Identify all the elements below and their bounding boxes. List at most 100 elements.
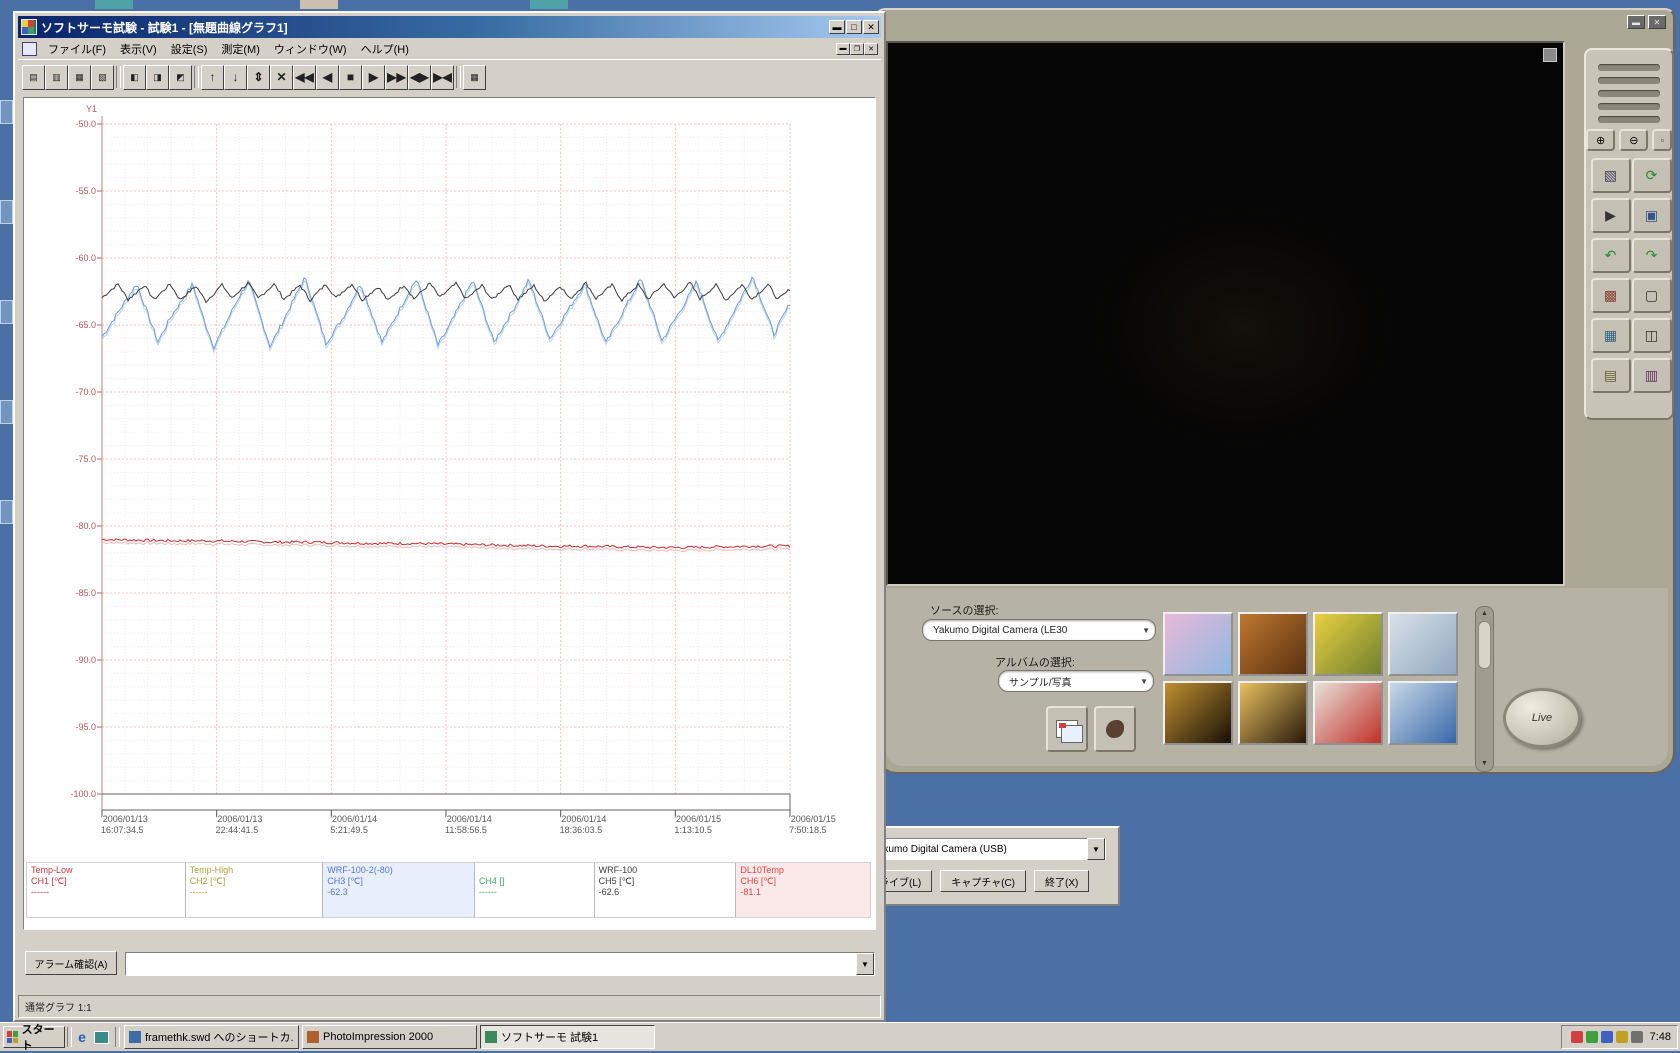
clock[interactable]: 7:48 <box>1650 1031 1671 1043</box>
thumbnail-sparkler[interactable] <box>1238 681 1308 745</box>
capture-button[interactable]: キャプチャ(C) <box>940 870 1027 892</box>
desktop-icon-partial[interactable] <box>0 400 13 424</box>
title-bar[interactable]: ソフトサーモ試験 - 試験1 - [無題曲線グラフ1] ▬ □ ✕ <box>18 16 881 38</box>
quicklaunch-desktop-icon[interactable] <box>94 1030 109 1044</box>
copy-button[interactable]: ▩ <box>1590 278 1631 313</box>
close-icon[interactable]: ✕ <box>863 20 879 34</box>
scroll-up-button[interactable]: ↑ <box>201 64 224 90</box>
tray-volume-icon[interactable] <box>1615 1031 1628 1043</box>
menu-4[interactable]: ウィンドウ(W) <box>267 39 354 59</box>
tray-recorder-icon[interactable] <box>1570 1031 1583 1043</box>
desktop-icon-sliver[interactable] <box>95 0 133 9</box>
frame-button[interactable]: ▣ <box>1631 198 1672 233</box>
rotate-right-button[interactable]: ↷ <box>1631 238 1672 273</box>
alarm-confirm-button[interactable]: アラーム確認(A) <box>25 951 117 975</box>
camera-source-dropdown[interactable]: Yakumo Digital Camera (USB) ▼ <box>868 838 1106 860</box>
bottom-control-deck: ソースの選択: Yakumo Digital Camera (LE30 ▼ アル… <box>886 588 1668 772</box>
compress-time-button[interactable]: ▶◀ <box>431 64 454 90</box>
menu-0[interactable]: ファイル(F) <box>41 39 113 59</box>
zoom-out-icon[interactable]: ⊖ <box>1619 129 1649 151</box>
preview-help-icon[interactable] <box>1543 48 1557 62</box>
stop-button[interactable]: ■ <box>339 64 362 90</box>
task-button-1[interactable]: PhotoImpression 2000 <box>302 1025 477 1049</box>
source-select-dropdown[interactable]: Yakumo Digital Camera (LE30 ▼ <box>922 619 1156 641</box>
minimize-button[interactable]: ▬ <box>829 20 845 34</box>
fast-back-button[interactable]: ◀◀ <box>293 64 316 90</box>
thumbnail-waterfall[interactable] <box>1163 612 1233 676</box>
graph-style-4-button[interactable]: ▧ <box>91 64 114 90</box>
forward-button[interactable]: ▶ <box>362 64 385 90</box>
new-page-button[interactable]: ▢ <box>1631 278 1672 313</box>
start-button[interactable]: スタート <box>3 1024 65 1052</box>
y-tick-label: -75.0 <box>75 454 96 464</box>
scale-2-button[interactable]: ◨ <box>146 64 169 90</box>
scroll-up-icon[interactable]: ▲ <box>1476 607 1493 621</box>
y-axis-title: Y1 <box>86 104 98 114</box>
chevron-down-icon[interactable]: ▼ <box>1087 838 1105 860</box>
desktop-icon-sliver[interactable] <box>530 0 568 9</box>
grid-settings-button[interactable]: ▦ <box>463 64 486 90</box>
graph-style-2-button[interactable]: ▥ <box>45 64 68 90</box>
desktop-icon-partial[interactable] <box>0 200 13 224</box>
scale-1-button[interactable]: ◧ <box>123 64 146 90</box>
desktop-icon-partial[interactable] <box>0 100 13 124</box>
desktop-icon-partial[interactable] <box>0 500 13 524</box>
refresh-button[interactable]: ⟳ <box>1631 158 1672 193</box>
zoom-in-icon[interactable]: ⊕ <box>1586 129 1616 151</box>
rotate-left-button[interactable]: ↶ <box>1590 238 1631 273</box>
album-grid-button[interactable]: ▦ <box>1590 318 1631 353</box>
list-view-button[interactable]: ▤ <box>1590 358 1631 393</box>
live-button[interactable]: Live <box>1503 688 1581 748</box>
detail-view-button[interactable]: ▥ <box>1631 358 1672 393</box>
auto-scale-button[interactable]: ✕ <box>270 64 293 90</box>
fast-forward-button[interactable]: ▶▶ <box>385 64 408 90</box>
x-tick-label: '2006/01/13 22:44:41.5 <box>215 814 263 835</box>
menu-2[interactable]: 設定(S) <box>164 39 215 59</box>
album-select-dropdown[interactable]: サンプル/写真 ▼ <box>998 670 1154 692</box>
graph-style-3-button[interactable]: ▦ <box>68 64 91 90</box>
thumbnail-harbor[interactable] <box>1388 612 1458 676</box>
mdi-minimize-button[interactable]: ▬ <box>836 42 850 55</box>
desktop-icon-partial[interactable] <box>0 300 13 324</box>
thumbnail-night-city[interactable] <box>1163 681 1233 745</box>
import-photos-button[interactable] <box>1046 706 1088 752</box>
mdi-restore-button[interactable]: ❐ <box>850 42 864 55</box>
close-icon[interactable]: ✕ <box>1648 15 1666 29</box>
back-button[interactable]: ◀ <box>316 64 339 90</box>
menu-3[interactable]: 測定(M) <box>214 39 267 59</box>
scroll-down-icon[interactable]: ▼ <box>1476 757 1493 771</box>
mdi-child-icon[interactable] <box>22 41 37 56</box>
maximize-button[interactable]: □ <box>846 20 862 34</box>
menu-5[interactable]: ヘルプ(H) <box>354 39 416 59</box>
tray-display-icon[interactable] <box>1600 1031 1613 1043</box>
zoom-reset-button[interactable]: ▫ <box>1652 129 1672 151</box>
menu-1[interactable]: 表示(V) <box>113 39 164 59</box>
scrollbar-thumb[interactable] <box>1478 621 1491 669</box>
thumbnail-coast[interactable] <box>1388 681 1458 745</box>
split-view-button[interactable]: ◫ <box>1631 318 1672 353</box>
graph-style-1-button[interactable]: ▤ <box>22 64 45 90</box>
minimize-button[interactable]: ▬ <box>1627 15 1645 29</box>
expand-time-button[interactable]: ◀▶ <box>408 64 431 90</box>
exit-button[interactable]: 終了(X) <box>1034 870 1090 892</box>
layout-button[interactable]: ▧ <box>1590 158 1631 193</box>
task-button-2[interactable]: ソフトサーモ 試験1 <box>480 1025 655 1049</box>
quicklaunch-ie-icon[interactable]: e <box>74 1029 90 1045</box>
thumbnail-yellow-flowers[interactable] <box>1313 612 1383 676</box>
scale-3-button[interactable]: ◩ <box>169 64 192 90</box>
desktop-icon-sliver[interactable] <box>300 0 338 9</box>
scroll-down-button[interactable]: ↓ <box>224 64 247 90</box>
chevron-down-icon[interactable]: ▼ <box>856 953 874 975</box>
acquire-button[interactable] <box>1094 706 1136 752</box>
task-button-0[interactable]: framethk.swd へのショートカ... <box>124 1025 299 1049</box>
legend-channel: CH1 [℃] <box>31 876 67 886</box>
thumbnail-amber-food[interactable] <box>1238 612 1308 676</box>
thumbnail-red-figure[interactable] <box>1313 681 1383 745</box>
fit-vertical-button[interactable]: ⇕ <box>247 64 270 90</box>
alarm-message-dropdown[interactable]: ▼ <box>125 952 875 976</box>
tray-device-icon[interactable] <box>1630 1031 1643 1043</box>
tray-network-icon[interactable] <box>1585 1031 1598 1043</box>
thumbnail-scrollbar[interactable]: ▲ ▼ <box>1475 606 1494 772</box>
mdi-close-icon[interactable]: ✕ <box>864 42 878 55</box>
play-button[interactable]: ▶ <box>1590 198 1631 233</box>
